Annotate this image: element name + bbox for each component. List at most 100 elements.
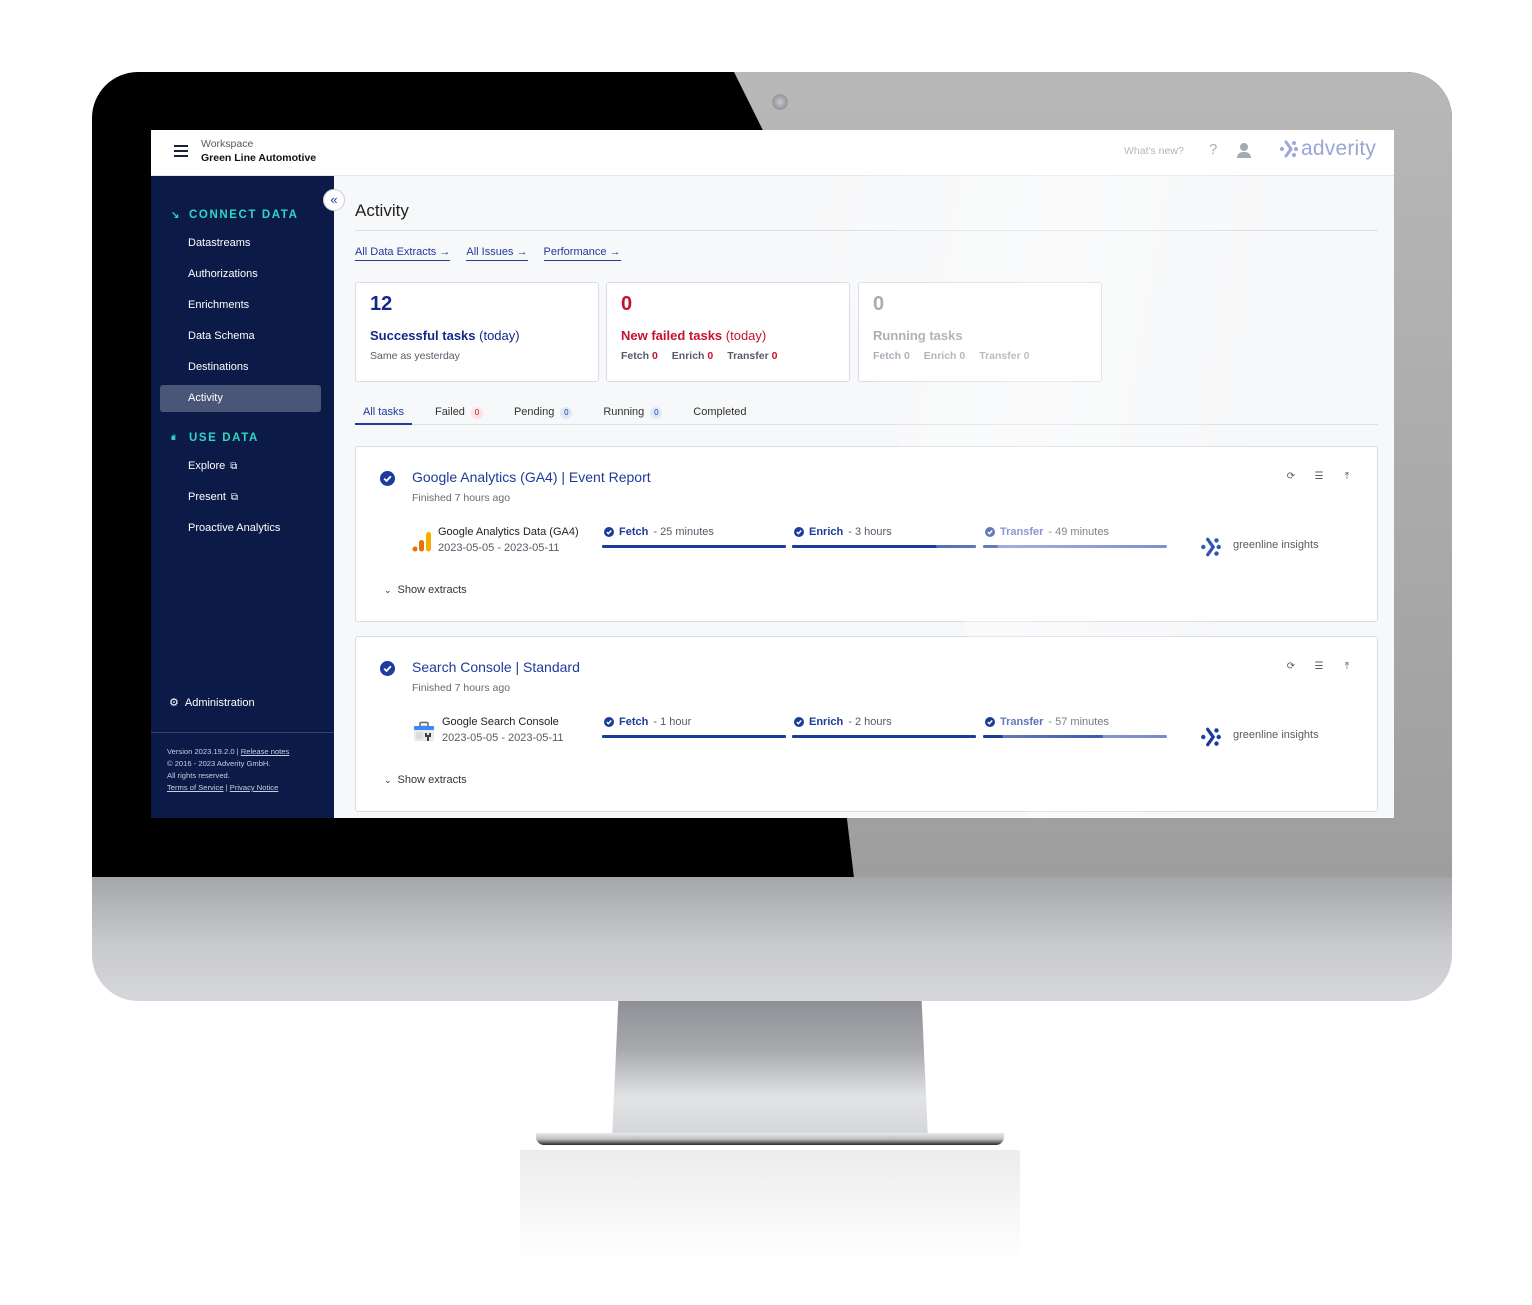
google-search-console-icon (414, 721, 434, 741)
brand-name: adverity (1301, 137, 1377, 160)
rights-text: All rights reserved. (167, 771, 230, 780)
failed-fetch: Fetch 0 (621, 350, 658, 362)
sidebar-item-authorizations[interactable]: Authorizations (160, 261, 321, 288)
check-circle-icon (604, 527, 614, 537)
failed-label: New failed tasks (today) (621, 328, 767, 343)
sidebar-item-label: Present (188, 491, 226, 503)
sidebar-item-proactive-analytics[interactable]: Proactive Analytics (160, 515, 321, 542)
successful-tasks-card: 12 Successful tasks (today) Same as yest… (355, 282, 599, 382)
stand-reflection (520, 1150, 1020, 1260)
refresh-icon[interactable]: ⟳ (1285, 661, 1297, 673)
sidebar-item-destinations[interactable]: Destinations (160, 354, 321, 381)
monitor-chin (92, 877, 1452, 1001)
menu-icon[interactable] (174, 145, 188, 157)
help-icon[interactable]: ? (1209, 141, 1217, 158)
step-progress-bar (602, 545, 786, 548)
version-text: Version 2023.19.2.0 | (167, 747, 239, 756)
top-bar: Workspace Green Line Automotive What's n… (151, 130, 1394, 176)
check-circle-icon (794, 717, 804, 727)
tab-failed[interactable]: Failed 0 (427, 400, 491, 425)
chevron-down-icon: ⌄ (384, 774, 392, 785)
task-title[interactable]: Google Analytics (GA4) | Event Report (412, 469, 651, 485)
monitor-stand-base (536, 1133, 1004, 1145)
sidebar-item-activity[interactable]: Activity (160, 385, 321, 412)
successful-comparison: Same as yesterday (370, 350, 460, 362)
sidebar-item-label: Enrichments (188, 299, 250, 311)
step-progress-bar (792, 735, 976, 738)
step-label: Transfer - 57 minutes (983, 716, 1167, 728)
running-fetch: Fetch 0 (873, 350, 910, 362)
refresh-icon[interactable]: ⟳ (1285, 471, 1297, 483)
task-title[interactable]: Search Console | Standard (412, 659, 580, 675)
performance-link[interactable]: Performance → (543, 246, 621, 261)
section-connect-data: ↘ CONNECT DATA (171, 209, 299, 221)
running-label: Running tasks (873, 328, 963, 343)
task-tabs: All tasks Failed 0 Pending 0 Running 0 Comp… (355, 400, 1378, 425)
workspace-label: Workspace (201, 138, 254, 150)
step-progress-fill (602, 545, 786, 548)
running-breakdown: Fetch 0 Enrich 0 Transfer 0 (873, 350, 1029, 362)
page-title: Activity (355, 201, 409, 220)
failed-tasks-card: 0 New failed tasks (today) Fetch 0 Enric… (606, 282, 850, 382)
sidebar-divider (151, 732, 334, 733)
tab-completed[interactable]: Completed (685, 400, 754, 425)
pipeline-step-fetch: Fetch - 1 hour (602, 716, 786, 738)
all-data-extracts-link[interactable]: All Data Extracts → (355, 246, 451, 261)
privacy-link[interactable]: Privacy Notice (230, 783, 279, 792)
sidebar-item-data-schema[interactable]: Data Schema (160, 323, 321, 350)
step-progress-bar (792, 545, 976, 548)
upload-icon[interactable]: ⤒ (1341, 661, 1353, 673)
failed-count: 0 (621, 293, 633, 315)
sidebar-item-label: Explore (188, 460, 226, 472)
workspace-name[interactable]: Green Line Automotive (201, 152, 316, 164)
destination-logo-icon (1201, 727, 1221, 747)
sidebar-item-present[interactable]: Present ⧉ (160, 484, 321, 511)
task-actions: ⟳ ☰ ⤒ (1285, 471, 1353, 483)
show-extracts-toggle[interactable]: ⌄ Show extracts (384, 774, 467, 786)
tab-pending[interactable]: Pending 0 (506, 400, 580, 425)
pipeline-step-transfer: Transfer - 57 minutes (983, 716, 1167, 738)
check-circle-icon (985, 717, 995, 727)
sidebar-item-enrichments[interactable]: Enrichments (160, 292, 321, 319)
show-extracts-toggle[interactable]: ⌄ Show extracts (384, 584, 467, 596)
arrow-down-right-icon: ↘ (171, 209, 181, 221)
monitor-stand (612, 1001, 928, 1139)
upload-icon[interactable]: ⤒ (1341, 471, 1353, 483)
check-circle-icon (380, 661, 395, 676)
brand-logo: adverity (1279, 137, 1376, 161)
check-circle-icon (985, 527, 995, 537)
check-circle-icon (794, 527, 804, 537)
step-progress-fill (983, 545, 998, 548)
step-label: Transfer - 49 minutes (983, 526, 1167, 538)
external-link-icon: ⧉ (230, 461, 238, 472)
failed-breakdown: Fetch 0 Enrich 0 Transfer 0 (621, 350, 777, 362)
separator: | (225, 783, 228, 792)
tab-running[interactable]: Running 0 (595, 400, 670, 425)
pending-count-badge: 0 (560, 407, 573, 419)
sidebar-item-label: Datastreams (188, 237, 251, 249)
tab-all-tasks[interactable]: All tasks (355, 400, 412, 425)
list-icon[interactable]: ☰ (1313, 471, 1325, 483)
task-status: Finished 7 hours ago (412, 682, 511, 694)
sidebar: ↘ CONNECT DATA Datastreams Authorization… (151, 176, 334, 818)
pipeline-step-fetch: Fetch - 25 minutes (602, 526, 786, 548)
whats-new-link[interactable]: What's new? (1124, 145, 1184, 157)
all-issues-link[interactable]: All Issues → (466, 246, 528, 261)
source-date-range: 2023-05-05 - 2023-05-11 (442, 732, 564, 744)
step-progress-bar (983, 545, 1167, 548)
sidebar-item-datastreams[interactable]: Datastreams (160, 230, 321, 257)
list-icon[interactable]: ☰ (1313, 661, 1325, 673)
step-progress-bar (983, 735, 1167, 738)
collapse-sidebar-button[interactable]: « (323, 189, 345, 211)
sidebar-item-administration[interactable]: ⚙ Administration (169, 696, 255, 710)
main-content: Activity All Data Extracts → All Issues … (334, 176, 1394, 818)
release-notes-link[interactable]: Release notes (241, 747, 290, 756)
bar-chart-icon: ılıl (171, 434, 176, 442)
step-label: Fetch - 1 hour (602, 716, 786, 728)
source-date-range: 2023-05-05 - 2023-05-11 (438, 542, 560, 554)
sidebar-item-label: Proactive Analytics (188, 522, 281, 534)
task-card: Google Analytics (GA4) | Event Report Fi… (355, 446, 1378, 622)
user-icon[interactable] (1237, 143, 1251, 159)
terms-link[interactable]: Terms of Service (167, 783, 224, 792)
sidebar-item-explore[interactable]: Explore ⧉ (160, 453, 321, 480)
